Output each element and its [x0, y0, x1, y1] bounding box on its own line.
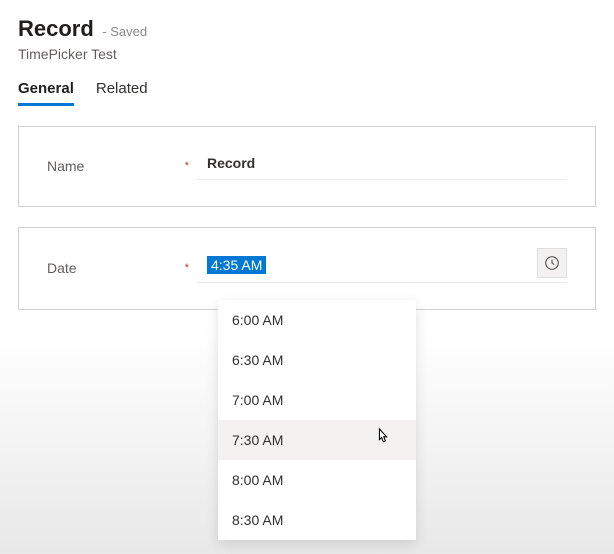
time-option-0800[interactable]: 8:00 AM	[218, 460, 416, 500]
section-name: Name * Record	[18, 126, 596, 207]
cursor-pointer-icon	[374, 428, 392, 453]
section-date: Date * 4:35 AM	[18, 227, 596, 310]
field-row-name: Name * Record	[47, 151, 567, 180]
time-option-0830[interactable]: 8:30 AM	[218, 500, 416, 540]
tab-bar: General Related	[18, 80, 596, 106]
tab-general[interactable]: General	[18, 80, 74, 106]
clock-icon	[544, 255, 560, 271]
time-input[interactable]: 4:35 AM	[197, 252, 567, 283]
field-label-date: Date *	[47, 260, 197, 276]
date-label-text: Date	[47, 260, 77, 276]
time-option-0630[interactable]: 6:30 AM	[218, 340, 416, 380]
entity-subtitle: TimePicker Test	[18, 46, 596, 62]
field-label-name: Name *	[47, 158, 197, 174]
page-header: Record - Saved TimePicker Test	[18, 16, 596, 62]
name-label-text: Name	[47, 158, 84, 174]
time-option-0730-label: 7:30 AM	[232, 432, 283, 448]
name-input[interactable]: Record	[197, 151, 567, 180]
time-option-0600[interactable]: 6:00 AM	[218, 300, 416, 340]
field-row-date: Date * 4:35 AM	[47, 252, 567, 283]
required-marker-name: *	[185, 160, 189, 172]
time-option-0730[interactable]: 7:30 AM	[218, 420, 416, 460]
required-marker-date: *	[185, 262, 189, 274]
time-dropdown[interactable]: 6:00 AM 6:30 AM 7:00 AM 7:30 AM 8:00 AM …	[218, 300, 416, 540]
time-value-selected: 4:35 AM	[207, 256, 266, 274]
time-picker-button[interactable]	[537, 248, 567, 278]
time-option-0700[interactable]: 7:00 AM	[218, 380, 416, 420]
record-title: Record	[18, 16, 94, 41]
save-status: - Saved	[102, 24, 147, 39]
tab-related[interactable]: Related	[96, 80, 148, 106]
name-value: Record	[207, 155, 255, 171]
